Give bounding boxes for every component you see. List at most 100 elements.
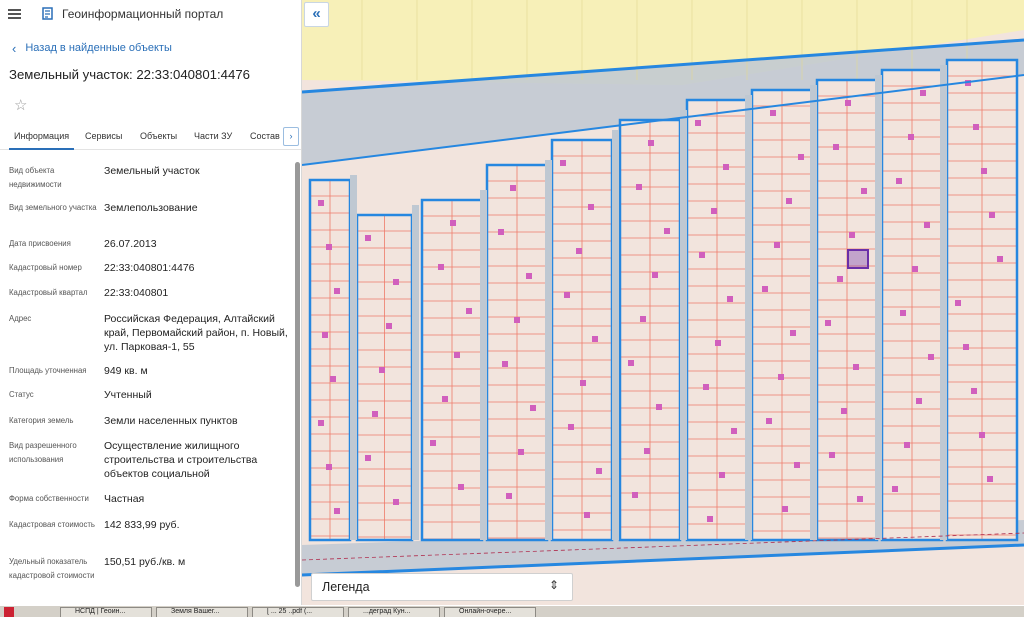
- building-marker: [695, 120, 701, 126]
- portal-logo-icon: [42, 7, 53, 20]
- property-key: Статус: [9, 390, 34, 399]
- building-marker: [981, 168, 987, 174]
- building-marker: [334, 288, 340, 294]
- property-key: Адрес: [9, 314, 32, 323]
- building-marker: [318, 200, 324, 206]
- building-marker: [900, 310, 906, 316]
- building-marker: [632, 492, 638, 498]
- tab-services[interactable]: Сервисы: [85, 131, 122, 141]
- taskbar-item[interactable]: Онлайн-очере...: [444, 607, 536, 617]
- double-chevron-left-icon[interactable]: «: [304, 2, 329, 27]
- selected-parcel: [847, 249, 869, 269]
- tab-bar: Информация Сервисы Объекты Части ЗУ Сост…: [0, 124, 301, 150]
- building-marker: [727, 296, 733, 302]
- chevron-right-icon[interactable]: ›: [283, 127, 299, 146]
- building-marker: [564, 292, 570, 298]
- building-marker: [438, 264, 444, 270]
- property-key: Дата присвоения: [9, 239, 71, 248]
- property-key: Вид объекта недвижимости: [9, 166, 62, 189]
- building-marker: [334, 508, 340, 514]
- property-key: Форма собственности: [9, 494, 89, 503]
- info-panel: Геоинформационный портал ‹ Назад в найде…: [0, 0, 302, 605]
- back-label[interactable]: Назад в найденные объекты: [25, 42, 172, 54]
- property-value: 22:33:040801: [104, 287, 169, 299]
- hamburger-icon[interactable]: [8, 9, 21, 19]
- building-marker: [330, 376, 336, 382]
- tab-parts[interactable]: Части ЗУ: [194, 131, 232, 141]
- building-marker: [644, 448, 650, 454]
- building-marker: [782, 506, 788, 512]
- back-link[interactable]: ‹ Назад в найденные объекты: [12, 40, 172, 56]
- scrollbar-thumb[interactable]: [295, 162, 300, 587]
- tab-composition[interactable]: Состав: [250, 131, 280, 141]
- sort-arrows-icon[interactable]: ⇕: [549, 578, 559, 592]
- portal-title: Геоинформационный портал: [62, 7, 224, 21]
- building-marker: [430, 440, 436, 446]
- building-marker: [703, 384, 709, 390]
- building-marker: [798, 154, 804, 160]
- building-marker: [896, 178, 902, 184]
- building-marker: [526, 273, 532, 279]
- building-marker: [506, 493, 512, 499]
- building-marker: [454, 352, 460, 358]
- taskbar-item[interactable]: Земля Вашег...: [156, 607, 248, 617]
- building-marker: [790, 330, 796, 336]
- building-marker: [908, 134, 914, 140]
- building-marker: [699, 252, 705, 258]
- building-marker: [833, 144, 839, 150]
- property-value: 150,51 руб./кв. м: [104, 556, 186, 568]
- taskbar-item[interactable]: ...деград Кун...: [348, 607, 440, 617]
- road-strip: [940, 65, 947, 540]
- building-marker: [841, 408, 847, 414]
- cadastral-map[interactable]: [302, 0, 1024, 605]
- building-marker: [365, 455, 371, 461]
- building-marker: [979, 432, 985, 438]
- building-marker: [928, 354, 934, 360]
- road-strip: [480, 190, 487, 540]
- property-key: Вид разрешенного использования: [9, 441, 77, 464]
- road-strip: [680, 110, 687, 540]
- start-icon[interactable]: [4, 607, 14, 617]
- building-marker: [588, 204, 594, 210]
- building-marker: [849, 232, 855, 238]
- tab-info[interactable]: Информация: [8, 131, 75, 150]
- building-marker: [973, 124, 979, 130]
- building-marker: [762, 286, 768, 292]
- building-marker: [326, 464, 332, 470]
- building-marker: [837, 276, 843, 282]
- map-canvas[interactable]: [302, 0, 1024, 605]
- building-marker: [904, 442, 910, 448]
- building-marker: [825, 320, 831, 326]
- building-marker: [794, 462, 800, 468]
- building-marker: [719, 472, 725, 478]
- panel-scrollbar[interactable]: [294, 152, 300, 592]
- building-marker: [322, 332, 328, 338]
- building-marker: [576, 248, 582, 254]
- building-marker: [845, 100, 851, 106]
- building-marker: [778, 374, 784, 380]
- property-value: 949 кв. м: [104, 365, 148, 377]
- building-marker: [514, 317, 520, 323]
- building-marker: [664, 228, 670, 234]
- portal-header: Геоинформационный портал: [8, 7, 223, 21]
- building-marker: [318, 420, 324, 426]
- tab-objects[interactable]: Объекты: [140, 131, 177, 141]
- building-marker: [450, 220, 456, 226]
- star-icon[interactable]: ☆: [14, 96, 27, 114]
- building-marker: [707, 516, 713, 522]
- building-marker: [656, 404, 662, 410]
- taskbar-item[interactable]: НСПД | Геоин...: [60, 607, 152, 617]
- property-value: 22:33:040801:4476: [104, 262, 195, 274]
- road-strip: [545, 160, 552, 540]
- property-key: Кадастровый номер: [9, 263, 82, 272]
- legend-control[interactable]: Легенда ⇕: [311, 573, 573, 601]
- building-marker: [723, 164, 729, 170]
- building-marker: [393, 499, 399, 505]
- taskbar-item[interactable]: [ ... 25 ..pdf (...: [252, 607, 344, 617]
- building-marker: [640, 316, 646, 322]
- building-marker: [857, 496, 863, 502]
- building-marker: [636, 184, 642, 190]
- building-marker: [592, 336, 598, 342]
- chevron-left-icon: ‹: [12, 40, 17, 56]
- building-marker: [853, 364, 859, 370]
